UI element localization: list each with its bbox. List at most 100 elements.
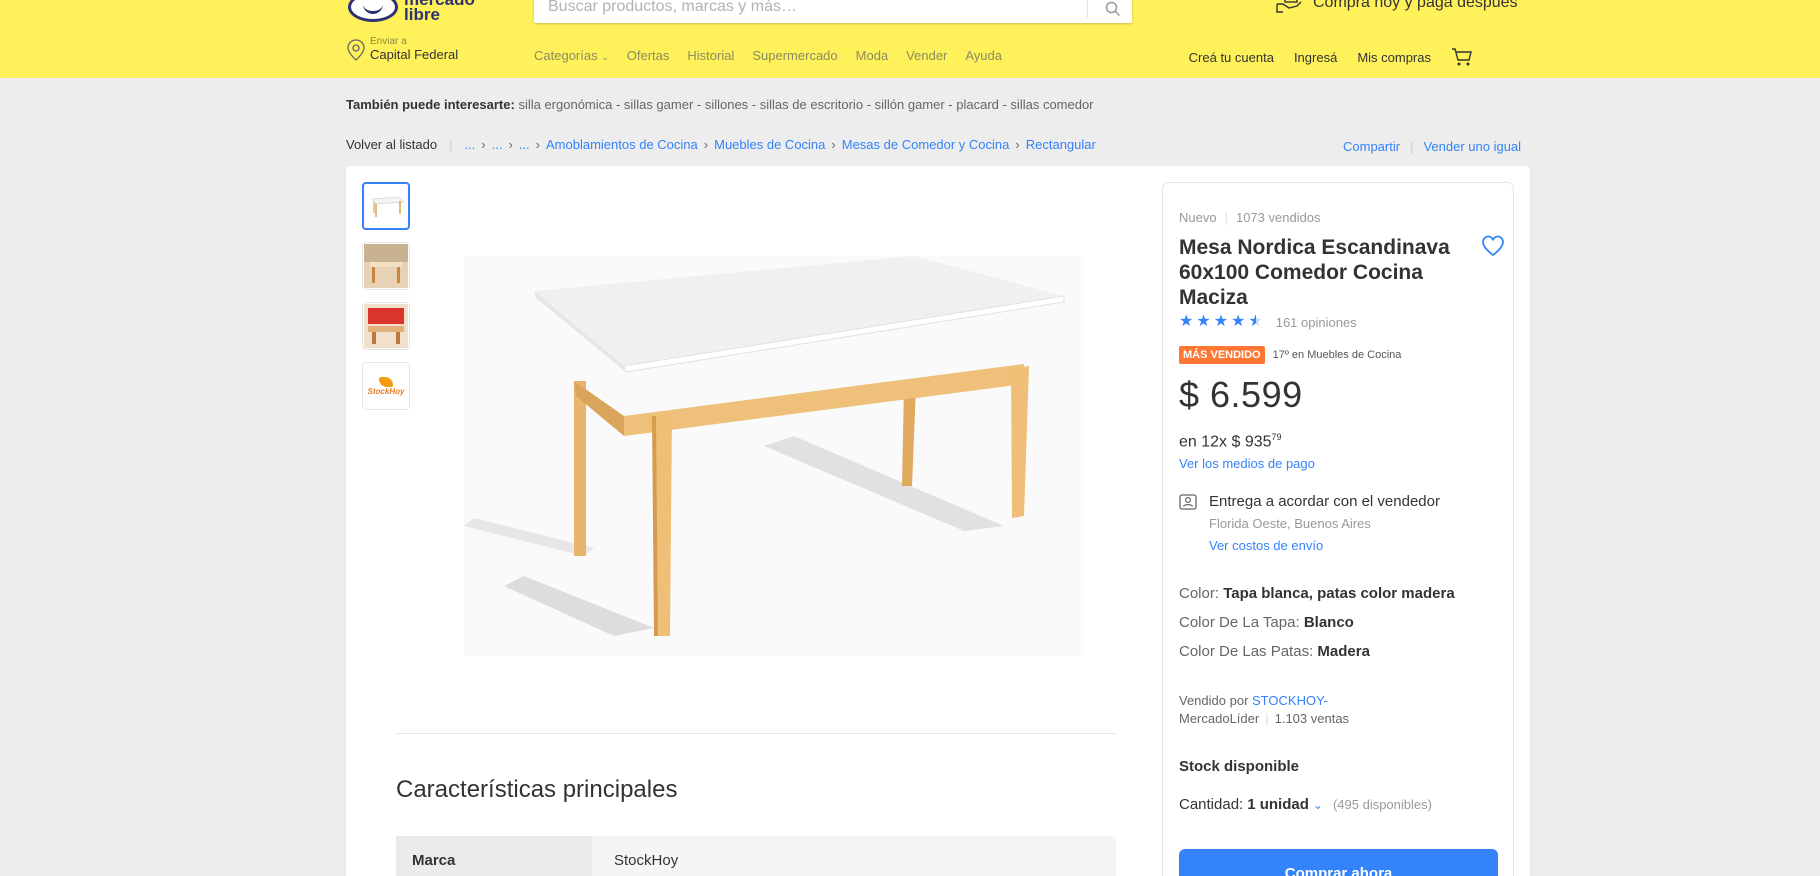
seller-divider: |: [1265, 711, 1269, 726]
search-input[interactable]: [548, 0, 1068, 18]
mercadolibre-logo[interactable]: mercado libre: [348, 0, 475, 24]
star-full-icon: ★: [1213, 313, 1229, 330]
hand-money-icon: [1276, 0, 1302, 13]
chevron-right-icon: ›: [508, 137, 513, 152]
user-nav: Creá tu cuenta Ingresá Mis compras: [1189, 47, 1473, 67]
search-divider: [1087, 0, 1088, 18]
product-title: Mesa Nordica Escandinava 60x100 Comedor …: [1179, 236, 1450, 309]
thumbnail-2[interactable]: [362, 242, 410, 290]
person-badge-icon: [1179, 494, 1197, 510]
location-label: Enviar a: [370, 36, 407, 47]
stock-status: Stock disponible: [1179, 758, 1300, 775]
login-link[interactable]: Ingresá: [1294, 50, 1337, 65]
payment-methods-link[interactable]: Ver los medios de pago: [1179, 456, 1315, 471]
related-searches: También puede interesarte: silla ergonóm…: [346, 97, 1094, 112]
attribute-top-color: Color De La Tapa: Blanco: [1179, 614, 1354, 631]
breadcrumb-item-mesas[interactable]: Mesas de Comedor y Cocina: [842, 137, 1010, 152]
chevron-right-icon: ›: [831, 137, 836, 152]
delivery-title: Entrega a acordar con el vendedor: [1209, 493, 1440, 510]
attribute-legs-color: Color De Las Patas: Madera: [1179, 643, 1370, 660]
product-card: StockHoy Características principales Mar…: [346, 166, 1530, 876]
ranking-link[interactable]: 17º en Muebles de Cocina: [1273, 349, 1402, 361]
breadcrumb-divider: |: [449, 137, 453, 152]
handshake-logo-icon: [348, 0, 398, 22]
related-searches-items[interactable]: silla ergonómica - sillas gamer - sillon…: [518, 97, 1093, 112]
chevron-right-icon: ›: [535, 137, 541, 152]
location-pin-icon: [347, 38, 365, 61]
nav-history[interactable]: Historial: [687, 48, 734, 63]
promo-banner[interactable]: Comprá hoy y pagá después: [1275, 0, 1518, 14]
attribute-color: Color: Tapa blanca, patas color madera: [1179, 585, 1455, 602]
buy-box: Nuevo | 1073 vendidos Mesa Nordica Escan…: [1162, 182, 1514, 876]
seller-info: Vendido por STOCKHOY-: [1179, 693, 1328, 708]
stockhoy-logo-icon: [379, 376, 393, 387]
product-meta: Nuevo | 1073 vendidos: [1179, 210, 1321, 225]
share-actions: Compartir | Vender uno igual: [1343, 139, 1521, 154]
chevron-down-icon: ⌄: [1312, 797, 1323, 812]
breadcrumb-ellipsis-2[interactable]: ...: [492, 137, 503, 152]
installments: en 12x $ 93579: [1179, 432, 1282, 451]
nav-supermarket[interactable]: Supermercado: [752, 48, 837, 63]
table-detail-thumbnail-image: [364, 304, 408, 348]
sold-count: 1073 vendidos: [1235, 210, 1321, 225]
share-link[interactable]: Compartir: [1343, 139, 1400, 154]
delivery-location: Florida Oeste, Buenos Aires: [1209, 516, 1371, 531]
nav-categories[interactable]: Categorías ⌄: [534, 48, 609, 63]
table-row: Marca StockHoy: [396, 836, 1116, 876]
best-seller-row: MÁS VENDIDO 17º en Muebles de Cocina: [1179, 346, 1401, 364]
quantity-label: Cantidad:: [1179, 796, 1244, 813]
quantity-selector[interactable]: Cantidad: 1 unidad ⌄ (495 disponibles): [1179, 796, 1432, 813]
product-main-image[interactable]: [464, 256, 1084, 656]
star-full-icon: ★: [1231, 313, 1246, 330]
nav-fashion[interactable]: Moda: [856, 48, 889, 63]
search-button[interactable]: [1094, 0, 1132, 23]
my-purchases-link[interactable]: Mis compras: [1357, 50, 1431, 65]
shipping-costs-link[interactable]: Ver costos de envío: [1209, 538, 1323, 553]
create-account-link[interactable]: Creá tu cuenta: [1189, 50, 1274, 65]
thumbnail-3[interactable]: [362, 302, 410, 350]
spec-key-brand: Marca: [396, 836, 592, 876]
related-searches-label: También puede interesarte:: [346, 97, 515, 112]
search-bar: [534, 0, 1132, 23]
nav-offers[interactable]: Ofertas: [627, 48, 670, 63]
seller-link[interactable]: STOCKHOY-: [1252, 693, 1328, 708]
sell-similar-link[interactable]: Vender uno igual: [1423, 139, 1521, 154]
breadcrumb-ellipsis-3[interactable]: ...: [519, 137, 530, 152]
heart-icon[interactable]: [1481, 235, 1505, 257]
header: mercado libre Comprá hoy y pagá después …: [0, 0, 1820, 78]
table-thumbnail-image: [371, 196, 405, 217]
product-rating[interactable]: ★ ★ ★ ★ ★ 161 opiniones: [1179, 314, 1357, 330]
breadcrumb-item-rectangular[interactable]: Rectangular: [1026, 137, 1096, 152]
location-selector[interactable]: Enviar a Capital Federal: [346, 36, 458, 63]
seller-reputation: MercadoLíder | 1.103 ventas: [1179, 711, 1349, 726]
breadcrumb-item-amoblamientos[interactable]: Amoblamientos de Cocina: [546, 137, 698, 152]
nav-sell[interactable]: Vender: [906, 48, 947, 63]
nav-help[interactable]: Ayuda: [965, 48, 1002, 63]
specs-table: Marca StockHoy: [396, 836, 1116, 876]
chevron-down-icon: ⌄: [601, 52, 609, 62]
seller-sales: 1.103 ventas: [1274, 711, 1350, 726]
stockhoy-logo-thumbnail: StockHoy: [368, 376, 404, 396]
breadcrumb-ellipsis-1[interactable]: ...: [464, 137, 475, 152]
features-title: Características principales: [396, 776, 678, 803]
chevron-right-icon: ›: [703, 137, 709, 152]
quantity-available: (495 disponibles): [1332, 797, 1432, 812]
main-nav: Categorías ⌄ Ofertas Historial Supermerc…: [534, 48, 1002, 63]
breadcrumb: Volver al listado | ... › ... › ... › Am…: [346, 137, 1096, 152]
star-full-icon: ★: [1196, 313, 1211, 330]
star-half-icon: ★: [1248, 313, 1263, 330]
buy-now-button[interactable]: Comprar ahora: [1179, 849, 1498, 876]
cart-icon[interactable]: [1451, 47, 1473, 67]
chevron-right-icon: ›: [481, 137, 486, 152]
logo-text-line2: libre: [404, 5, 440, 24]
section-divider: [396, 733, 1116, 734]
condition-label: Nuevo: [1179, 210, 1217, 225]
breadcrumb-item-muebles[interactable]: Muebles de Cocina: [714, 137, 825, 152]
back-to-listing-link[interactable]: Volver al listado: [346, 137, 437, 152]
spec-value-brand: StockHoy: [592, 836, 1116, 876]
thumbnail-4[interactable]: StockHoy: [362, 362, 410, 410]
thumbnail-1[interactable]: [362, 182, 410, 230]
seller-level: MercadoLíder: [1179, 711, 1260, 726]
installments-cents: 79: [1271, 432, 1282, 442]
star-full-icon: ★: [1179, 313, 1194, 330]
